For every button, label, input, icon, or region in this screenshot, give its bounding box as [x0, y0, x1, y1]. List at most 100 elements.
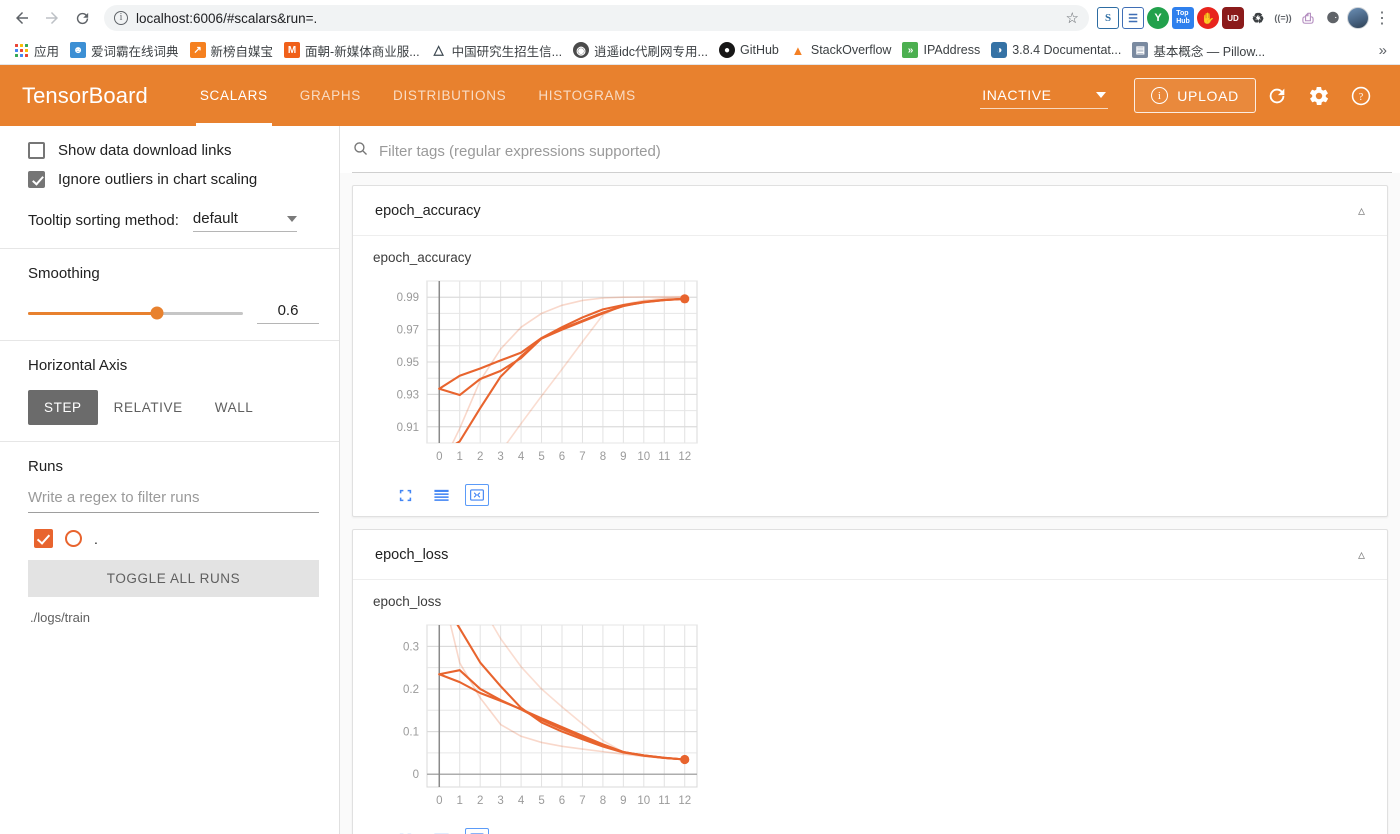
adblock-icon[interactable]: ✋	[1197, 7, 1219, 29]
reload-icon[interactable]	[1256, 75, 1298, 117]
checkbox-checked-icon[interactable]	[28, 171, 45, 188]
chart-svg[interactable]: 00.10.20.30 1 2 3 4 5 6 7 8 9 10 11 12	[371, 615, 711, 815]
toggle-all-runs-button[interactable]: TOGGLE ALL RUNS	[28, 560, 319, 597]
smoothing-value-input[interactable]: 0.6	[257, 302, 319, 324]
gear-icon[interactable]	[1298, 75, 1340, 117]
chart-toolbar	[371, 828, 1387, 834]
smoothing-label: Smoothing	[28, 265, 100, 282]
run-checkbox-icon[interactable]	[34, 529, 53, 548]
svg-text:6: 6	[559, 451, 565, 463]
runs-label: Runs	[28, 458, 64, 475]
site-info-icon[interactable]: i	[114, 11, 128, 25]
recycle-icon[interactable]: ♻	[1247, 7, 1269, 29]
apps-grid-icon	[13, 42, 29, 58]
data-table-icon[interactable]	[429, 484, 453, 506]
chevron-down-icon	[286, 215, 297, 222]
bookmark-mianchao[interactable]: M 面朝-新媒体商业服...	[280, 39, 427, 62]
youdao-icon[interactable]: Y	[1147, 7, 1169, 29]
upload-button[interactable]: i UPLOAD	[1134, 78, 1256, 113]
axis-option-step[interactable]: STEP	[28, 390, 98, 425]
expand-icon[interactable]	[393, 484, 417, 506]
chart-epoch-loss[interactable]: 0 0.1 0.2 0.3 0 1 2 3 4 5 6 7 8 9 10 11 12	[371, 615, 711, 820]
show-download-links-row[interactable]: Show data download links	[28, 142, 319, 159]
bookmark-label: 3.8.4 Documentat...	[1012, 43, 1122, 57]
fit-domain-icon[interactable]	[465, 828, 489, 834]
pillow-icon: ▤	[1132, 42, 1149, 58]
chart-svg[interactable]: 0.910.930.950.970.990 1 2 3 4 5 6 7 8 9 10 11 12	[371, 271, 711, 471]
slider-handle[interactable]	[150, 306, 164, 320]
axis-option-relative[interactable]: RELATIVE	[98, 390, 199, 425]
expand-icon[interactable]	[393, 828, 417, 834]
bookmark-pillow[interactable]: ▤ 基本概念 — Pillow...	[1128, 39, 1272, 62]
ignore-outliers-row[interactable]: Ignore outliers in chart scaling	[28, 171, 319, 188]
tab-graphs[interactable]: GRAPHS	[284, 65, 377, 126]
address-bar[interactable]: i localhost:6006/#scalars&run=. ☆	[104, 5, 1089, 31]
bookmark-iciba[interactable]: ☻ 爱词霸在线词典	[66, 39, 186, 62]
tag-filter-bar[interactable]: Filter tags (regular expressions support…	[352, 140, 1392, 173]
svg-text:3: 3	[497, 795, 503, 807]
fit-domain-icon[interactable]	[465, 484, 489, 506]
back-arrow-icon[interactable]	[8, 4, 36, 32]
inbox-icon[interactable]: ⎙	[1297, 7, 1319, 29]
run-status-select[interactable]: INACTIVE	[980, 83, 1109, 109]
chevron-down-icon	[1096, 91, 1107, 98]
tab-scalars[interactable]: SCALARS	[184, 65, 284, 126]
bookmark-newrank[interactable]: ↗ 新榜自媒宝	[186, 39, 281, 62]
svg-text:0.91: 0.91	[397, 422, 419, 434]
avatar[interactable]	[1347, 7, 1369, 29]
speaker-icon[interactable]: ((=))	[1272, 7, 1294, 29]
card-body: epoch_accuracy 0.91 0.93 0.95 0.97 0.99 0 1 2 3 4…	[353, 236, 1387, 516]
run-color-circle-icon[interactable]	[65, 530, 82, 547]
svg-text:9: 9	[620, 795, 626, 807]
card-header[interactable]: epoch_loss ▵	[353, 530, 1387, 580]
svg-text:11: 11	[658, 795, 670, 807]
tab-histograms[interactable]: HISTOGRAMS	[522, 65, 652, 126]
bookmark-label: 应用	[34, 44, 60, 59]
tooltip-sorting-select[interactable]: default	[192, 210, 297, 232]
chart-epoch-accuracy[interactable]: 0.91 0.93 0.95 0.97 0.99 0 1 2 3 4 5 6 7 8 9 10 11 12	[371, 271, 711, 476]
puzzle-icon[interactable]: ⚈	[1322, 7, 1344, 29]
sidebar-section-display: Show data download links Ignore outliers…	[0, 126, 339, 249]
reload-arrow-icon[interactable]	[68, 4, 96, 32]
bookmark-label: StackOverflow	[810, 43, 892, 57]
data-table-icon[interactable]	[429, 828, 453, 834]
chart-title: epoch_accuracy	[373, 250, 472, 265]
tooltip-sorting-row: Tooltip sorting method: default	[28, 210, 319, 232]
bookmark-label: 新榜自媒宝	[210, 44, 274, 59]
bookmark-apps[interactable]: 应用	[9, 39, 66, 62]
bookmark-idc[interactable]: ◉ 逍遥idc代刷网专用...	[569, 39, 715, 62]
svg-text:4: 4	[518, 451, 525, 463]
bookmark-stackoverflow[interactable]: ▲ StackOverflow	[786, 40, 899, 60]
checkbox-unchecked-icon[interactable]	[28, 142, 45, 159]
runs-filter-input[interactable]: Write a regex to filter runs	[28, 489, 319, 513]
run-path-label: ./logs/train	[30, 610, 90, 625]
chrome-menu-icon[interactable]: ⋮	[1372, 8, 1392, 28]
filter-wrapper: Filter tags (regular expressions support…	[340, 126, 1400, 173]
chevron-up-icon[interactable]: ▵	[1358, 546, 1365, 563]
bookmark-graduate[interactable]: △ 中国研究生招生信...	[427, 39, 569, 62]
help-icon[interactable]: ?	[1340, 75, 1382, 117]
chart-toolbar	[371, 484, 1387, 506]
tag-filter-input[interactable]: Filter tags (regular expressions support…	[379, 143, 661, 160]
horizontal-axis-options: STEP RELATIVE WALL	[28, 390, 319, 425]
bookmarks-overflow-icon[interactable]: »	[1379, 42, 1391, 59]
sogou-icon[interactable]: S	[1097, 7, 1119, 29]
card-header[interactable]: epoch_accuracy ▵	[353, 186, 1387, 236]
graduate-cap-icon: △	[433, 42, 444, 57]
list-icon[interactable]: ☰	[1122, 7, 1144, 29]
ublock-icon[interactable]: UD	[1222, 7, 1244, 29]
chevron-up-icon[interactable]: ▵	[1358, 202, 1365, 219]
svg-text:1: 1	[457, 451, 463, 463]
bookmark-star-icon[interactable]: ☆	[1066, 9, 1079, 27]
bookmark-ipaddress[interactable]: » IPAddress	[898, 40, 987, 60]
tophub-icon[interactable]: Top Hub	[1172, 7, 1194, 29]
bookmark-python-docs[interactable]: ◑ 3.8.4 Documentat...	[987, 40, 1128, 60]
run-item[interactable]: .	[28, 529, 319, 548]
axis-option-wall[interactable]: WALL	[199, 390, 270, 425]
smoothing-slider[interactable]	[28, 306, 243, 320]
forward-arrow-icon[interactable]	[38, 4, 66, 32]
tab-distributions[interactable]: DISTRIBUTIONS	[377, 65, 522, 126]
card-epoch-accuracy: epoch_accuracy ▵ epoch_accuracy 0.91 0.93…	[352, 185, 1388, 517]
smoothing-slider-row: 0.6	[28, 302, 319, 324]
bookmark-github[interactable]: ● GitHub	[715, 40, 786, 60]
